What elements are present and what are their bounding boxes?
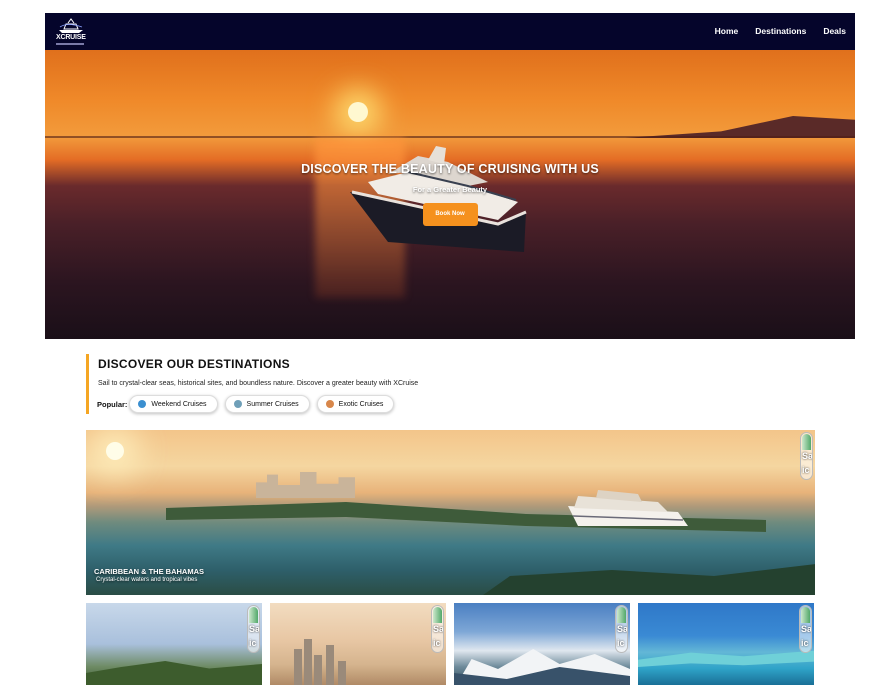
- chip-summer-cruises[interactable]: Summer Cruises: [224, 395, 310, 413]
- badge-cap: [801, 607, 810, 623]
- sale-badge: Sa ic: [615, 605, 628, 653]
- destination-card[interactable]: Sa ic: [270, 603, 446, 685]
- nav-links: Home Destinations Deals: [698, 26, 846, 36]
- navbar: XCRUISE Home Destinations Deals: [45, 13, 855, 50]
- hero-sun: [348, 102, 368, 122]
- brand-logo[interactable]: XCRUISE: [55, 18, 89, 46]
- badge-text-bottom: ic: [801, 638, 809, 648]
- card-skyline: [314, 655, 322, 685]
- sale-badge: Sa ic: [431, 605, 444, 653]
- chip-label: Summer Cruises: [246, 400, 299, 408]
- badge-text-top: Sa: [802, 451, 813, 461]
- chip-label: Weekend Cruises: [151, 400, 207, 408]
- card-skyline: [294, 649, 302, 685]
- badge-cap: [249, 607, 258, 623]
- chip-label: Exotic Cruises: [338, 400, 384, 408]
- destination-card[interactable]: Sa ic: [454, 603, 630, 685]
- hero-horizon: [45, 136, 855, 138]
- chip-exotic-cruises[interactable]: Exotic Cruises: [316, 395, 395, 413]
- book-now-button[interactable]: Book Now: [422, 203, 478, 226]
- badge-cap: [617, 607, 626, 623]
- card-skyline: [304, 639, 312, 685]
- hero-content: DISCOVER THE BEAUTY OF CRUISING WITH US …: [45, 162, 855, 226]
- badge-text-top: Sa: [617, 624, 628, 634]
- nav-destinations[interactable]: Destinations: [755, 26, 806, 36]
- badge-cap: [802, 434, 811, 450]
- sale-badge: Sa ic: [800, 432, 813, 480]
- badge-text-top: Sa: [433, 624, 444, 634]
- summer-cruises-icon: [233, 400, 242, 408]
- destination-card[interactable]: Sa ic: [86, 603, 262, 685]
- card-skyline: [326, 645, 334, 685]
- brand-name: XCRUISE: [56, 34, 86, 41]
- featured-city-skyline: [256, 472, 355, 498]
- hero-subtitle: For a Greater Beauty: [412, 185, 488, 194]
- featured-destination-card[interactable]: Sa ic CARIBBEAN & THE BAHAMAS Crystal-cl…: [86, 430, 815, 595]
- hero-banner: DISCOVER THE BEAUTY OF CRUISING WITH US …: [45, 50, 855, 339]
- ship-logo-icon: [59, 18, 83, 33]
- badge-text-bottom: ic: [802, 465, 810, 475]
- featured-subtitle: Crystal-clear waters and tropical vibes: [96, 577, 198, 583]
- badge-text-bottom: ic: [433, 638, 441, 648]
- featured-title: CARIBBEAN & THE BAHAMAS: [94, 567, 204, 576]
- featured-ship-image: [568, 490, 688, 526]
- featured-sun: [106, 442, 124, 460]
- brand-tagline-bar: [56, 43, 84, 45]
- popular-row: Popular: Weekend Cruises Summer Cruises …: [97, 395, 401, 413]
- card-lagoon: [638, 650, 814, 667]
- discover-description: Sail to crystal-clear seas, historical s…: [98, 380, 419, 387]
- badge-text-bottom: ic: [617, 638, 625, 648]
- badge-cap: [433, 607, 442, 623]
- badge-text-top: Sa: [249, 624, 260, 634]
- destination-card[interactable]: Sa ic: [638, 603, 814, 685]
- nav-deals[interactable]: Deals: [823, 26, 846, 36]
- sale-badge: Sa ic: [247, 605, 260, 653]
- discover-title: DISCOVER OUR DESTINATIONS: [98, 357, 290, 371]
- card-landscape: [86, 661, 262, 685]
- sale-badge: Sa ic: [799, 605, 812, 653]
- badge-text-top: Sa: [801, 624, 812, 634]
- featured-foreground-land: [476, 564, 815, 595]
- hero-distant-land: [625, 116, 855, 138]
- popular-label: Popular:: [97, 399, 128, 409]
- card-skyline: [338, 661, 346, 685]
- nav-home[interactable]: Home: [715, 26, 739, 36]
- chip-weekend-cruises[interactable]: Weekend Cruises: [129, 395, 218, 413]
- hero-title: DISCOVER THE BEAUTY OF CRUISING WITH US: [301, 162, 599, 176]
- badge-text-bottom: ic: [249, 638, 257, 648]
- weekend-cruises-icon: [138, 400, 147, 408]
- discover-section: DISCOVER OUR DESTINATIONS Sail to crysta…: [86, 354, 506, 414]
- exotic-cruises-icon: [325, 400, 334, 408]
